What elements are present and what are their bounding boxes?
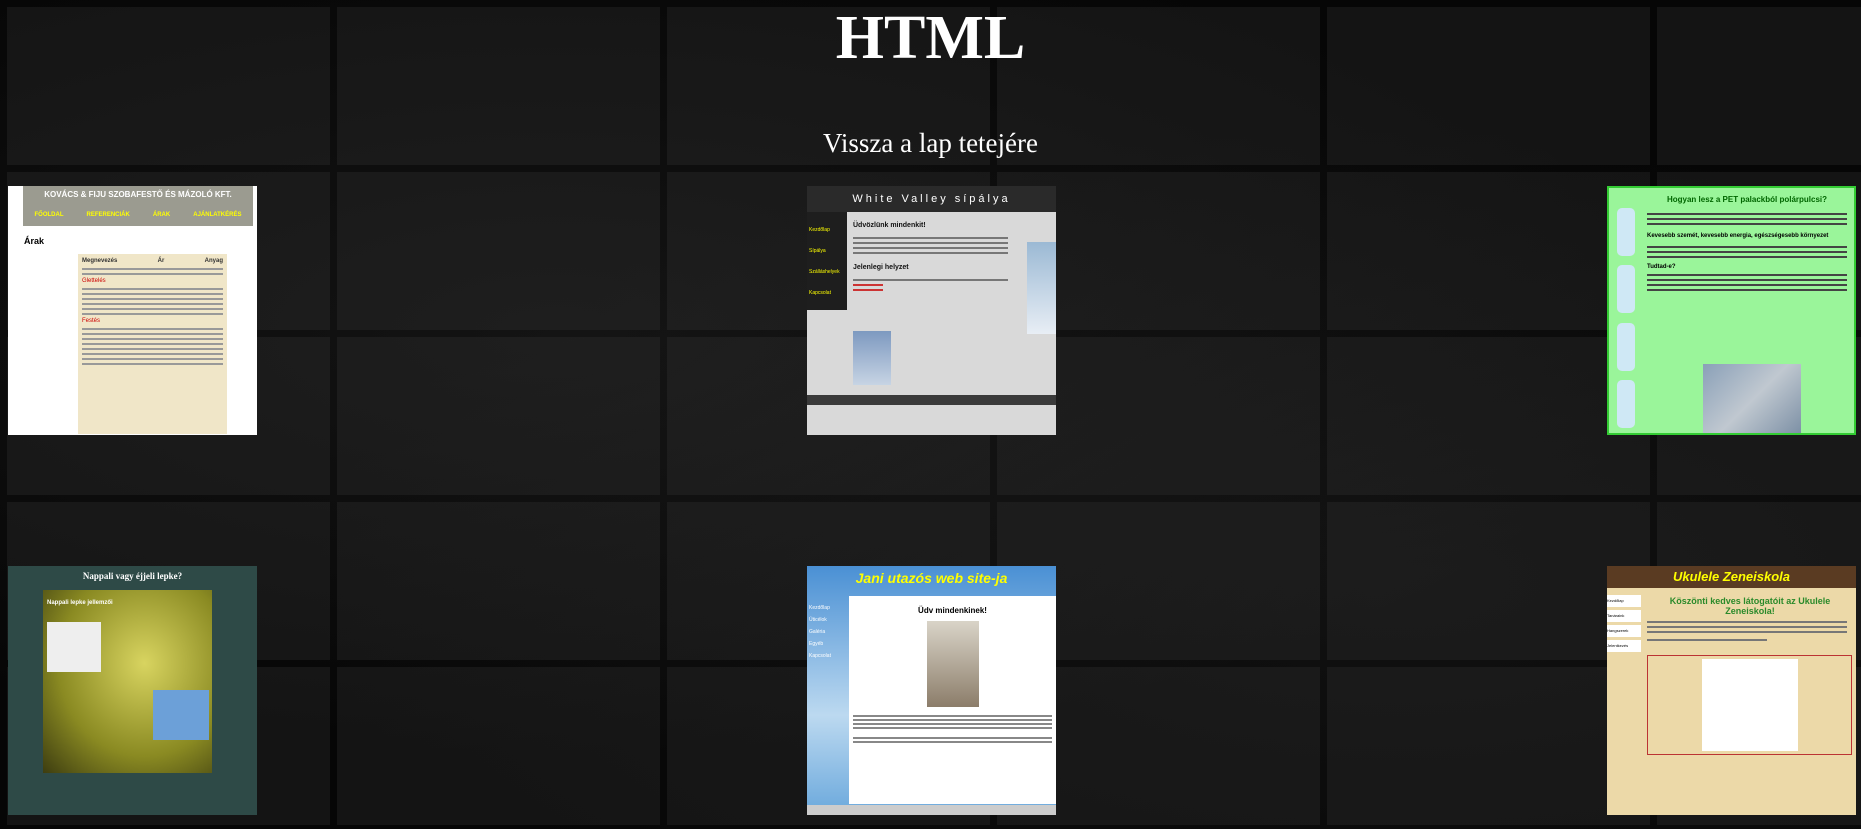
thumb5-title: Jani utazós web site-ja xyxy=(855,570,1008,586)
thumb1-header: KOVÁCS & FIJU SZOBAFESTŐ ÉS MÁZOLÓ KFT. … xyxy=(23,186,253,226)
thumb4-title: Nappali vagy éjjeli lepke? xyxy=(82,571,183,581)
thumb3-content: Hogyan lesz a PET palackból polárpulcsi?… xyxy=(1647,196,1847,294)
thumb2-nav-item[interactable]: Szálláshelyek xyxy=(809,262,845,283)
thumb2-nav-item[interactable]: Kapcsolat xyxy=(809,283,845,304)
thumb3-subheading: Kevesebb szemét, kevesebb energia, egész… xyxy=(1647,233,1829,239)
thumb5-greeting: Üdv mindenkinek! xyxy=(918,606,987,615)
thumb5-nav: Kezdőlap Úticélok Galéria Egyéb Kapcsola… xyxy=(809,602,831,662)
thumb1-nav-item[interactable]: FŐOLDAL xyxy=(35,208,64,222)
thumb1-heading: Árak xyxy=(24,236,45,246)
thumbnail-travel-site[interactable]: Jani utazós web site-ja Kezdőlap Úticélo… xyxy=(807,566,1056,815)
table-section: Festés xyxy=(82,318,101,324)
thumb6-nav: Kezdőlap Tanáraink Hangszerek Jelentkezé… xyxy=(1607,592,1641,655)
thumb1-nav-item[interactable]: REFERENCIÁK xyxy=(87,208,130,222)
thumb2-sidebar: Kezdőlap Sípálya Szálláshelyek Kapcsolat xyxy=(807,212,847,310)
thumbnail-ukulele-school[interactable]: Ukulele Zeneiskola Kezdőlap Tanáraink Ha… xyxy=(1607,566,1856,815)
airplane-image xyxy=(853,331,891,385)
thumb2-content: Üdvözlünk mindenkit! Jelenlegi helyzet xyxy=(853,222,1008,294)
bottle-icon xyxy=(1617,379,1635,428)
thumb2-header: White Valley sípálya xyxy=(807,186,1056,212)
table-col: Anyag xyxy=(204,258,223,264)
thumb2-nav-item[interactable]: Kezdőlap xyxy=(809,220,845,241)
back-to-top-link[interactable]: Vissza a lap tetejére xyxy=(0,128,1861,159)
thumb1-nav-item[interactable]: ÁRAK xyxy=(153,208,170,222)
thumb6-nav-item[interactable]: Jelentkezés xyxy=(1607,640,1641,652)
bottle-icon xyxy=(1617,322,1635,371)
bottle-icon xyxy=(1617,265,1635,314)
thumb6-text xyxy=(1647,618,1847,644)
bottle-strip xyxy=(1617,208,1635,428)
table-col: Ár xyxy=(157,258,165,264)
thumbnail-painter-prices[interactable]: KOVÁCS & FIJU SZOBAFESTŐ ÉS MÁZOLÓ KFT. … xyxy=(8,186,257,435)
thumb5-content: Üdv mindenkinek! xyxy=(849,596,1056,804)
table-col: Megnevezés xyxy=(82,258,118,264)
thumb6-nav-item[interactable]: Kezdőlap xyxy=(1607,595,1641,607)
recycled-bottles-image xyxy=(1703,364,1801,433)
page-title: HTML xyxy=(835,4,1026,72)
thumbnail-ski-resort[interactable]: White Valley sípálya Kezdőlap Sípálya Sz… xyxy=(807,186,1056,435)
thumb1-table-header: Megnevezés Ár Anyag xyxy=(82,258,223,265)
skier-image xyxy=(1027,242,1056,334)
thumb5-nav-item[interactable]: Kezdőlap xyxy=(809,602,831,614)
thumb6-welcome: Köszönti kedves látogatóit az Ukulele Ze… xyxy=(1669,596,1831,616)
thumb3-list-title: Tudtad-e? xyxy=(1647,264,1676,270)
instruments-image xyxy=(1701,659,1798,751)
thumb6-title: Ukulele Zeneiskola xyxy=(1607,566,1856,588)
thumb2-subheading: Jelenlegi helyzet xyxy=(853,264,909,271)
thumb2-nav-item[interactable]: Sípálya xyxy=(809,241,845,262)
bottle-icon xyxy=(1617,208,1635,256)
thumb2-footer xyxy=(807,395,1056,405)
thumbnail-butterfly[interactable]: Nappali vagy éjjeli lepke? Nappali lepke… xyxy=(8,566,257,815)
thumbnail-pet-bottle[interactable]: Hogyan lesz a PET palackból polárpulcsi?… xyxy=(1607,186,1856,435)
thumb5-nav-item[interactable]: Egyéb xyxy=(809,638,831,650)
traveler-photo xyxy=(926,621,979,707)
white-butterfly-image xyxy=(47,622,101,672)
blue-butterfly-image xyxy=(153,690,209,740)
thumb3-title: Hogyan lesz a PET palackból polárpulcsi? xyxy=(1666,195,1828,204)
thumb1-price-table: Megnevezés Ár Anyag Glettelés Festés xyxy=(78,254,227,434)
thumb4-subtitle: Nappali lepke jellemzői xyxy=(47,600,113,606)
thumb1-nav: FŐOLDAL REFERENCIÁK ÁRAK AJÁNLATKÉRÉS xyxy=(23,208,253,222)
butterfly-panel: Nappali lepke jellemzői xyxy=(43,590,212,773)
thumb5-nav-item[interactable]: Kapcsolat xyxy=(809,650,831,662)
thumb1-header-title: KOVÁCS & FIJU SZOBAFESTŐ ÉS MÁZOLÓ KFT. xyxy=(44,190,232,199)
thumb5-nav-item[interactable]: Galéria xyxy=(809,626,831,638)
thumb6-nav-item[interactable]: Tanáraink xyxy=(1607,610,1641,622)
table-section: Glettelés xyxy=(82,278,106,284)
thumb2-heading: Üdvözlünk mindenkit! xyxy=(853,222,926,229)
instruments-frame xyxy=(1647,655,1852,755)
thumb5-nav-item[interactable]: Úticélok xyxy=(809,614,831,626)
thumb6-nav-item[interactable]: Hangszerek xyxy=(1607,625,1641,637)
thumb1-nav-item[interactable]: AJÁNLATKÉRÉS xyxy=(193,208,241,222)
thumb5-footer xyxy=(807,805,1056,815)
